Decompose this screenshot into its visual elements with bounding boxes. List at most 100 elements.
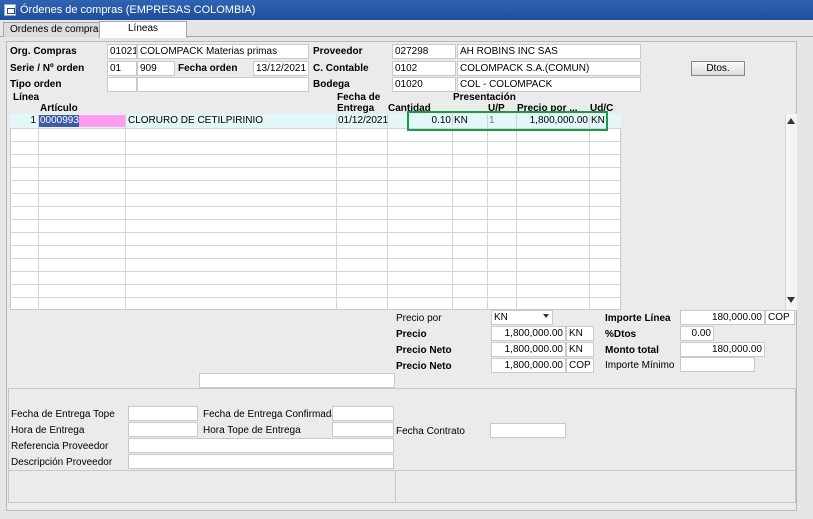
grid-row-divider xyxy=(10,271,621,272)
hora-tope-entrega-field[interactable] xyxy=(332,422,394,437)
grid-col-divider xyxy=(589,114,590,310)
col-header-linea: Línea xyxy=(13,92,40,103)
precio-neto-cop-unit-field[interactable]: COP xyxy=(566,358,594,373)
cell-descripcion[interactable]: CLORURO DE CETILPIRINIO xyxy=(128,115,333,127)
cell-fecha-entrega[interactable]: 01/12/2021 xyxy=(338,115,388,127)
cell-linea[interactable]: 1 xyxy=(10,115,36,127)
grid-col-divider xyxy=(125,114,126,310)
col-header-fecha-1: Fecha de xyxy=(337,92,381,103)
fecha-orden-field[interactable]: 13/12/2021 xyxy=(253,61,309,76)
fecha-contrato-field[interactable] xyxy=(490,423,566,438)
grid-row-divider xyxy=(10,297,621,298)
descripcion-proveedor-field[interactable] xyxy=(128,454,394,469)
col-header-fecha-2: Entrega xyxy=(337,103,375,114)
monto-total-label: Monto total xyxy=(605,345,659,356)
dtos-button[interactable]: Dtos. xyxy=(691,61,745,76)
importe-minimo-field[interactable] xyxy=(680,357,755,372)
fecha-orden-label: Fecha orden xyxy=(178,63,238,74)
grid-row-divider xyxy=(10,193,621,194)
fecha-entrega-tope-label: Fecha de Entrega Tope xyxy=(11,409,115,420)
precio-por-value: KN xyxy=(494,312,508,323)
org-compras-name-field[interactable]: COLOMPACK Materias primas xyxy=(137,44,309,59)
grid-col-divider xyxy=(336,114,337,310)
importe-minimo-label: Importe Mínimo xyxy=(605,360,675,371)
col-header-articulo: Artículo xyxy=(40,103,78,114)
grid-col-divider xyxy=(487,114,488,310)
misc-field[interactable] xyxy=(199,373,395,388)
fecha-entrega-confirmada-label: Fecha de Entrega Confirmada xyxy=(203,409,337,420)
precio-field[interactable]: 1,800,000.00 xyxy=(491,326,566,341)
cell-articulo-code[interactable]: 00009933 xyxy=(39,115,85,127)
precio-neto-field[interactable]: 1,800,000.00 xyxy=(491,342,566,357)
bodega-name-field[interactable]: COL - COLOMPACK xyxy=(457,77,641,92)
proveedor-name-field[interactable]: AH ROBINS INC SAS xyxy=(457,44,641,59)
fecha-entrega-confirmada-field[interactable] xyxy=(332,406,394,421)
referencia-proveedor-field[interactable] xyxy=(128,438,394,453)
col-header-presentacion: Presentación xyxy=(453,92,516,103)
tab-lineas[interactable]: Líneas xyxy=(99,21,187,38)
section-divider xyxy=(8,470,796,471)
grid-row-divider xyxy=(10,180,621,181)
tipo-orden-name-field[interactable] xyxy=(137,77,309,92)
grid-scrollbar[interactable] xyxy=(785,114,797,310)
cell-articulo-highlight xyxy=(79,115,125,127)
c-contable-code-field[interactable]: 0102 xyxy=(392,61,456,76)
hora-entrega-label: Hora de Entrega xyxy=(11,425,85,436)
delivery-group xyxy=(8,388,796,503)
precio-label: Precio xyxy=(396,329,427,340)
dtos-field[interactable]: 0.00 xyxy=(680,326,714,341)
precio-neto-unit-field[interactable]: KN xyxy=(566,342,594,357)
grid-row-divider xyxy=(10,167,621,168)
grid-row-divider xyxy=(10,141,621,142)
precio-unit-field[interactable]: KN xyxy=(566,326,594,341)
app-icon xyxy=(4,4,16,16)
hora-tope-entrega-label: Hora Tope de Entrega xyxy=(203,425,301,436)
scroll-down-icon[interactable] xyxy=(787,297,795,303)
proveedor-code-field[interactable]: 027298 xyxy=(392,44,456,59)
tab-ordenes-de-compras[interactable]: Ordenes de compras xyxy=(3,22,111,37)
tab-label: Ordenes de compras xyxy=(10,24,104,35)
importe-linea-label: Importe Línea xyxy=(605,313,671,324)
descripcion-proveedor-label: Descripción Proveedor xyxy=(11,457,113,468)
grid-col-divider xyxy=(452,114,453,310)
precio-neto-label: Precio Neto xyxy=(396,345,452,356)
grid-col-divider xyxy=(387,114,388,310)
lines-grid[interactable] xyxy=(10,114,621,310)
precio-por-label: Precio por xyxy=(396,313,442,324)
c-contable-name-field[interactable]: COLOMPACK S.A.(COMUN) xyxy=(457,61,641,76)
monto-total-field[interactable]: 180,000.00 xyxy=(680,342,765,357)
grid-col-divider xyxy=(516,114,517,310)
numero-orden-field[interactable]: 909 xyxy=(137,61,175,76)
grid-row-divider xyxy=(10,258,621,259)
c-contable-label: C. Contable xyxy=(313,63,369,74)
fecha-contrato-label: Fecha Contrato xyxy=(396,426,465,437)
referencia-proveedor-label: Referencia Proveedor xyxy=(11,441,109,452)
importe-linea-unit-field[interactable]: COP xyxy=(765,310,795,325)
fecha-entrega-tope-field[interactable] xyxy=(128,406,198,421)
chevron-down-icon[interactable] xyxy=(543,314,549,318)
grid-row-divider xyxy=(10,232,621,233)
precio-neto-cop-field[interactable]: 1,800,000.00 xyxy=(491,358,566,373)
serie-label: Serie / Nº orden xyxy=(10,63,85,74)
bodega-code-field[interactable]: 01020 xyxy=(392,77,456,92)
grid-row-divider xyxy=(10,206,621,207)
org-compras-code-field[interactable]: 01021 xyxy=(107,44,137,59)
section-divider-vertical xyxy=(395,470,396,503)
proveedor-label: Proveedor xyxy=(313,46,363,57)
hora-entrega-field[interactable] xyxy=(128,422,198,437)
importe-linea-field[interactable]: 180,000.00 xyxy=(680,310,765,325)
grid-row-divider xyxy=(10,245,621,246)
serie-field[interactable]: 01 xyxy=(107,61,137,76)
grid-row-divider xyxy=(10,284,621,285)
org-compras-label: Org. Compras xyxy=(10,46,77,57)
grid-row-divider xyxy=(10,154,621,155)
tab-label: Líneas xyxy=(127,23,159,34)
tipo-orden-code-field[interactable] xyxy=(107,77,137,92)
bodega-label: Bodega xyxy=(313,79,350,90)
grid-col-divider xyxy=(38,114,39,310)
tipo-orden-label: Tipo orden xyxy=(10,79,62,90)
dtos-label: %Dtos xyxy=(605,329,637,340)
scroll-up-icon[interactable] xyxy=(787,118,795,124)
grid-row-divider xyxy=(10,219,621,220)
focus-outline xyxy=(407,111,608,131)
